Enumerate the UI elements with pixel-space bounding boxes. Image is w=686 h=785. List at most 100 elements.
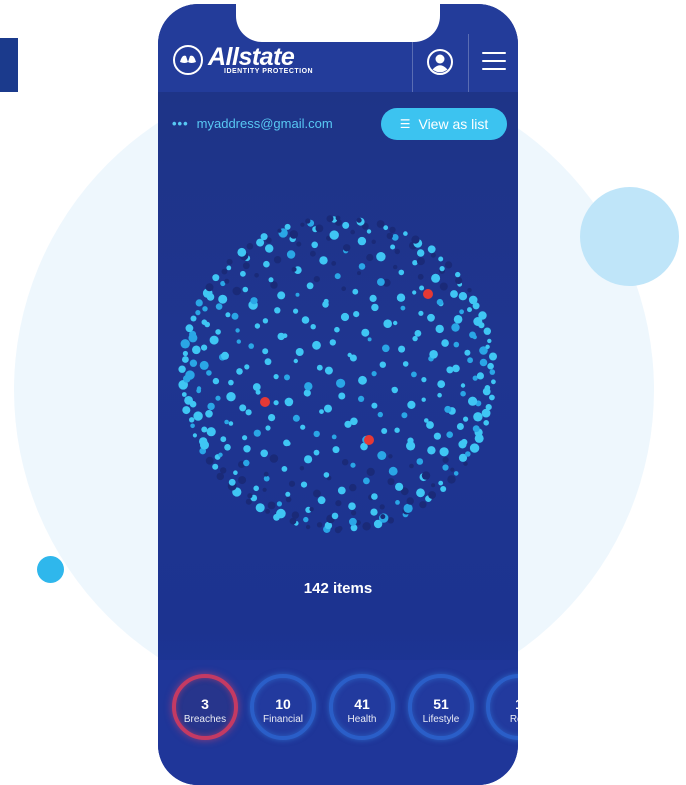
sphere-dot bbox=[265, 425, 271, 431]
sphere-dot bbox=[286, 250, 296, 259]
sphere-dot bbox=[331, 261, 337, 266]
sphere-dot bbox=[215, 329, 221, 335]
sphere-dot bbox=[483, 420, 490, 426]
sphere-dot bbox=[199, 437, 208, 446]
sphere-dot bbox=[236, 339, 241, 344]
sphere-dot bbox=[225, 312, 231, 318]
sphere-dot bbox=[310, 250, 316, 257]
sphere-dot bbox=[442, 456, 449, 464]
sphere-dot bbox=[469, 443, 480, 453]
sphere-dot bbox=[260, 449, 268, 458]
sphere-dot bbox=[303, 389, 311, 397]
sphere-dot bbox=[357, 236, 367, 246]
sphere-dot bbox=[395, 500, 400, 505]
sphere-dot bbox=[292, 414, 300, 422]
sphere-dot bbox=[299, 466, 305, 471]
sphere-dot bbox=[446, 431, 454, 438]
sphere-dot bbox=[342, 221, 350, 229]
category-financial[interactable]: 10 Financial bbox=[250, 674, 316, 740]
profile-icon[interactable] bbox=[426, 48, 454, 76]
breach-dot[interactable] bbox=[364, 435, 374, 445]
sphere-dot bbox=[220, 467, 227, 474]
sphere-dot bbox=[326, 215, 334, 223]
sphere-dot bbox=[301, 316, 310, 324]
header-divider bbox=[412, 34, 413, 92]
sphere-dot bbox=[487, 338, 492, 344]
account-email: ••• myaddress@gmail.com bbox=[172, 116, 333, 131]
sphere-dot bbox=[468, 396, 478, 406]
sphere-dot bbox=[417, 273, 424, 280]
sphere-dot bbox=[189, 417, 195, 423]
sphere-dot bbox=[489, 369, 496, 375]
sphere-dot bbox=[216, 472, 224, 481]
sphere-dot bbox=[467, 357, 473, 364]
sphere-dot bbox=[349, 483, 357, 492]
category-health[interactable]: 41 Health bbox=[329, 674, 395, 740]
sphere-dot bbox=[313, 276, 320, 283]
sphere-dot bbox=[262, 348, 269, 355]
sphere-dot bbox=[467, 288, 472, 293]
sphere-dot bbox=[185, 370, 195, 380]
sphere-dot bbox=[236, 368, 243, 375]
sphere-dot bbox=[304, 382, 313, 391]
category-lifestyle[interactable]: 51 Lifestyle bbox=[408, 674, 474, 740]
sphere-dot bbox=[289, 230, 299, 239]
sphere-dot bbox=[300, 424, 306, 430]
sphere-dot bbox=[407, 400, 416, 409]
sphere-dot bbox=[288, 480, 296, 487]
sphere-dot bbox=[452, 364, 460, 373]
category-count: 1 bbox=[490, 696, 518, 712]
sphere-dot bbox=[247, 493, 253, 499]
sphere-dot bbox=[323, 298, 329, 304]
sphere-dot bbox=[398, 345, 406, 353]
sphere-dot bbox=[260, 233, 268, 241]
sphere-dot bbox=[268, 277, 274, 283]
breach-dot[interactable] bbox=[260, 397, 270, 407]
sphere-dot bbox=[412, 260, 418, 266]
sphere-dot bbox=[366, 253, 374, 262]
sphere-dot bbox=[276, 501, 282, 507]
sphere-dot bbox=[207, 402, 215, 411]
sphere-dot bbox=[306, 282, 314, 290]
sphere-dot bbox=[460, 390, 466, 397]
view-as-list-label: View as list bbox=[418, 116, 489, 132]
sphere-dot bbox=[190, 423, 195, 429]
sphere-dot bbox=[491, 379, 496, 385]
sphere-dot bbox=[282, 333, 288, 338]
sphere-dot bbox=[226, 258, 233, 265]
view-as-list-button[interactable]: ☰ View as list bbox=[381, 108, 507, 140]
sphere-dot bbox=[419, 285, 425, 291]
identity-sphere[interactable] bbox=[176, 212, 500, 536]
sphere-dot bbox=[336, 378, 346, 388]
sphere-dot bbox=[243, 445, 251, 453]
category-count: 41 bbox=[354, 696, 370, 712]
sphere-dot bbox=[427, 313, 435, 322]
hamburger-menu-icon[interactable] bbox=[482, 52, 506, 72]
sphere-dot bbox=[393, 320, 398, 326]
allstate-logo[interactable]: Allstate IDENTITY PROTECTION bbox=[172, 44, 313, 76]
sphere-dot bbox=[283, 439, 290, 447]
sphere-dot bbox=[338, 392, 346, 400]
sphere-dot bbox=[468, 295, 478, 305]
sphere-dot bbox=[371, 239, 376, 244]
sphere-dot bbox=[484, 385, 491, 391]
sphere-dot bbox=[182, 350, 188, 357]
sphere-dot bbox=[332, 446, 340, 454]
sphere-dot bbox=[309, 507, 314, 512]
sphere-dot bbox=[347, 352, 352, 358]
more-dots-icon[interactable]: ••• bbox=[172, 116, 189, 131]
sphere-dot bbox=[300, 481, 308, 488]
sphere-dot bbox=[263, 475, 270, 482]
sphere-dot bbox=[269, 454, 279, 463]
sphere-dot bbox=[447, 475, 456, 484]
sphere-dot bbox=[255, 503, 265, 513]
sphere-dot bbox=[205, 283, 214, 292]
sphere-dot bbox=[199, 360, 209, 370]
sphere-dot bbox=[379, 361, 386, 368]
sphere-dot bbox=[285, 491, 291, 497]
breach-dot[interactable] bbox=[423, 289, 433, 299]
category-breaches[interactable]: 3 Breaches bbox=[172, 674, 238, 740]
sphere-dot bbox=[335, 215, 341, 221]
sphere-dot bbox=[439, 447, 449, 457]
sphere-dot bbox=[421, 471, 431, 480]
